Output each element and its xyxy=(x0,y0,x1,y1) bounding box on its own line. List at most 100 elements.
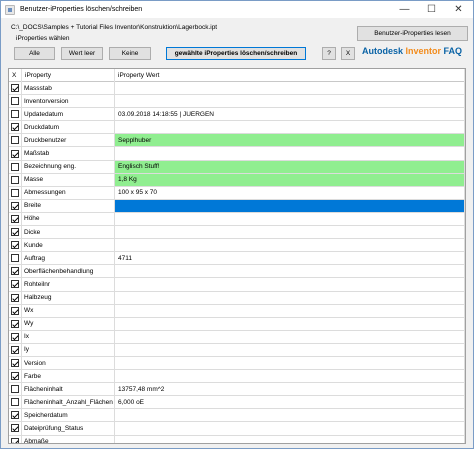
read-iproperties-button[interactable]: Benutzer-iProperties lesen xyxy=(357,26,468,41)
help-button[interactable]: ? xyxy=(322,47,336,60)
table-row[interactable]: Höhe xyxy=(9,212,465,227)
row-checkbox[interactable] xyxy=(11,385,19,394)
row-checkbox[interactable] xyxy=(11,345,19,354)
iproperty-value-cell[interactable] xyxy=(115,82,465,95)
row-checkbox[interactable] xyxy=(11,84,19,93)
table-row[interactable]: Flächeninhalt_Anzahl_Flächen 6,000 oE xyxy=(9,396,465,410)
row-checkbox[interactable] xyxy=(11,228,19,237)
iproperty-value-cell[interactable] xyxy=(115,343,465,356)
header-check[interactable]: X xyxy=(9,69,22,82)
iproperty-value-cell[interactable] xyxy=(115,330,465,343)
row-checkbox[interactable] xyxy=(11,201,19,210)
table-row[interactable]: Flächeninhalt 13757,48 mm^2 xyxy=(9,383,465,397)
row-checkbox[interactable] xyxy=(11,97,19,106)
row-checkbox[interactable] xyxy=(11,123,19,132)
table-row[interactable]: Breite xyxy=(9,199,465,213)
row-checkbox[interactable] xyxy=(11,188,19,197)
row-checkbox-cell[interactable] xyxy=(9,199,22,212)
row-checkbox[interactable] xyxy=(11,110,19,119)
iproperty-value-cell[interactable] xyxy=(115,435,465,443)
row-checkbox-cell[interactable] xyxy=(9,239,22,252)
row-checkbox[interactable] xyxy=(11,280,19,289)
iproperty-value-cell[interactable] xyxy=(115,121,465,134)
row-checkbox[interactable] xyxy=(11,293,19,302)
row-checkbox-cell[interactable] xyxy=(9,95,22,108)
row-checkbox-cell[interactable] xyxy=(9,108,22,121)
row-checkbox-cell[interactable] xyxy=(9,252,22,265)
iproperty-value-cell[interactable] xyxy=(115,199,465,212)
iproperty-value-cell[interactable] xyxy=(115,212,465,226)
delete-write-button[interactable]: gewählte iProperties löschen/schreiben xyxy=(166,47,306,60)
row-checkbox-cell[interactable] xyxy=(9,134,22,147)
iproperty-value-cell[interactable] xyxy=(115,95,465,108)
row-checkbox-cell[interactable] xyxy=(9,370,22,383)
row-checkbox[interactable] xyxy=(11,359,19,368)
row-checkbox-cell[interactable] xyxy=(9,343,22,356)
row-checkbox-cell[interactable] xyxy=(9,226,22,239)
table-row[interactable]: Wy xyxy=(9,317,465,331)
row-checkbox[interactable] xyxy=(11,175,19,184)
row-checkbox[interactable] xyxy=(11,162,19,171)
iproperty-value-cell[interactable]: Sepplhuber xyxy=(115,134,465,147)
row-checkbox-cell[interactable] xyxy=(9,121,22,134)
table-row[interactable]: Halbzeug xyxy=(9,291,465,305)
table-row[interactable]: Abmaße xyxy=(9,435,465,443)
table-row[interactable]: Iy xyxy=(9,343,465,357)
row-checkbox-cell[interactable] xyxy=(9,160,22,173)
row-checkbox-cell[interactable] xyxy=(9,435,22,443)
row-checkbox-cell[interactable] xyxy=(9,356,22,370)
row-checkbox-cell[interactable] xyxy=(9,291,22,304)
iproperty-value-cell[interactable]: 4711 xyxy=(115,252,465,265)
table-row[interactable]: Auftrag 4711 xyxy=(9,252,465,266)
row-checkbox-cell[interactable] xyxy=(9,186,22,199)
iproperty-value-cell[interactable]: 13757,48 mm^2 xyxy=(115,383,465,396)
iproperty-value-cell[interactable]: Englisch Stuff! xyxy=(115,160,465,173)
row-checkbox[interactable] xyxy=(11,398,19,407)
row-checkbox[interactable] xyxy=(11,267,19,276)
row-checkbox[interactable] xyxy=(11,254,19,263)
x-button[interactable]: X xyxy=(341,47,355,60)
row-checkbox-cell[interactable] xyxy=(9,330,22,343)
iproperty-value-cell[interactable] xyxy=(115,304,465,317)
iproperty-value-cell[interactable] xyxy=(115,265,465,278)
table-row[interactable]: Updatedatum 03.09.2018 14:18:55 | JUERGEN xyxy=(9,108,465,122)
header-value[interactable]: iProperty Wert xyxy=(115,69,465,82)
iproperty-value-cell[interactable]: 1,8 Kg xyxy=(115,173,465,186)
row-checkbox-cell[interactable] xyxy=(9,396,22,409)
table-row[interactable]: Druckbenutzer Sepplhuber xyxy=(9,134,465,148)
row-checkbox-cell[interactable] xyxy=(9,265,22,278)
iproperty-value-cell[interactable] xyxy=(115,317,465,330)
table-row[interactable]: Rohteilnr xyxy=(9,278,465,292)
row-checkbox[interactable] xyxy=(11,437,19,443)
table-row[interactable]: Masse 1,8 Kg xyxy=(9,173,465,187)
iproperty-value-cell[interactable] xyxy=(115,291,465,304)
row-checkbox-cell[interactable] xyxy=(9,212,22,226)
table-row[interactable]: Abmessungen 100 x 95 x 70 xyxy=(9,186,465,200)
table-row[interactable]: Massstab xyxy=(9,82,465,96)
close-icon[interactable]: ✕ xyxy=(445,1,472,18)
table-row[interactable]: Speicherdatum xyxy=(9,409,465,423)
iproperty-value-cell[interactable] xyxy=(115,239,465,252)
row-checkbox[interactable] xyxy=(11,424,19,433)
row-checkbox-cell[interactable] xyxy=(9,173,22,186)
row-checkbox[interactable] xyxy=(11,149,19,158)
iproperty-value-cell[interactable] xyxy=(115,147,465,160)
header-iproperty[interactable]: iProperty xyxy=(22,69,115,82)
row-checkbox-cell[interactable] xyxy=(9,383,22,396)
iproperty-value-cell[interactable]: 100 x 95 x 70 xyxy=(115,186,465,199)
row-checkbox[interactable] xyxy=(11,136,19,145)
vertical-scrollbar[interactable] xyxy=(466,68,472,444)
row-checkbox[interactable] xyxy=(11,332,19,341)
iproperty-value-cell[interactable] xyxy=(115,370,465,383)
row-checkbox-cell[interactable] xyxy=(9,422,22,435)
row-checkbox-cell[interactable] xyxy=(9,82,22,95)
iproperty-value-cell[interactable]: 6,000 oE xyxy=(115,396,465,409)
row-checkbox[interactable] xyxy=(11,372,19,381)
table-row[interactable]: Dicke xyxy=(9,226,465,240)
table-row[interactable]: Wx xyxy=(9,304,465,318)
iproperty-value-cell[interactable] xyxy=(115,409,465,422)
iproperty-value-cell[interactable] xyxy=(115,422,465,435)
row-checkbox-cell[interactable] xyxy=(9,409,22,422)
iproperty-value-cell[interactable] xyxy=(115,226,465,239)
table-row[interactable]: Druckdatum xyxy=(9,121,465,135)
